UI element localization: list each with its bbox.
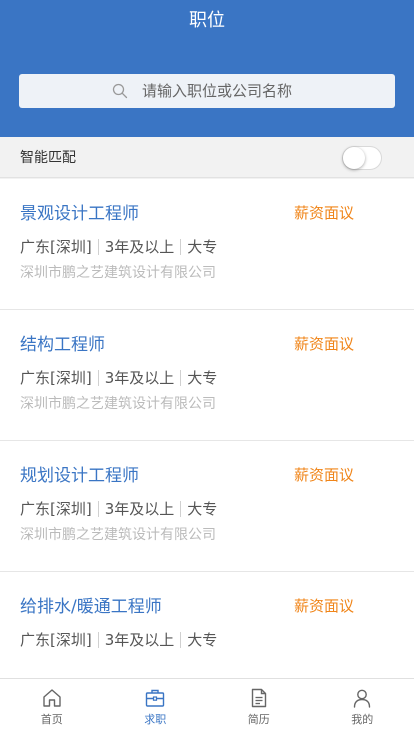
job-title[interactable]: 给排水/暖通工程师: [20, 596, 162, 618]
search-icon: [112, 83, 128, 99]
toggle-knob: [343, 147, 365, 169]
job-card[interactable]: 规划设计工程师 薪资面议 广东[深圳] 3年及以上 大专 深圳市鹏之艺建筑设计有限公…: [0, 441, 414, 572]
job-meta: 广东[深圳] 3年及以上 大专: [20, 368, 217, 388]
divider: [97, 239, 99, 255]
divider: [97, 501, 99, 517]
job-title[interactable]: 结构工程师: [20, 334, 105, 356]
briefcase-icon: [146, 689, 165, 707]
page-title: 职位: [189, 10, 225, 31]
smart-match-label: 智能匹配: [20, 150, 76, 166]
header: 职位: [0, 0, 414, 137]
job-location: 广东[深圳]: [20, 631, 92, 649]
job-education: 大专: [187, 369, 218, 387]
job-meta: 广东[深圳] 3年及以上 大专: [20, 237, 217, 257]
job-company: 深圳市鹏之艺建筑设计有限公司: [20, 396, 216, 412]
tab-label: 简历: [247, 713, 270, 726]
tab-label: 我的: [351, 713, 374, 726]
search-box[interactable]: [19, 74, 395, 108]
smart-match-toggle[interactable]: [342, 146, 382, 170]
divider: [180, 370, 182, 386]
job-company: 深圳市鹏之艺建筑设计有限公司: [20, 527, 216, 543]
job-meta: 广东[深圳] 3年及以上 大专: [20, 630, 217, 650]
home-icon: [43, 689, 61, 707]
job-experience: 3年及以上: [104, 631, 175, 649]
job-education: 大专: [187, 631, 218, 649]
job-title[interactable]: 景观设计工程师: [20, 203, 139, 225]
job-experience: 3年及以上: [104, 500, 175, 518]
job-education: 大专: [187, 500, 218, 518]
search-input[interactable]: [142, 82, 302, 100]
job-salary: 薪资面议: [294, 335, 355, 353]
document-icon: [251, 688, 266, 708]
tab-jobs[interactable]: 求职: [104, 679, 208, 736]
tab-label: 求职: [144, 713, 167, 726]
divider: [180, 239, 182, 255]
job-list: 景观设计工程师 薪资面议 广东[深圳] 3年及以上 大专 深圳市鹏之艺建筑设计有限公…: [0, 179, 414, 703]
job-card[interactable]: 结构工程师 薪资面议 广东[深圳] 3年及以上 大专 深圳市鹏之艺建筑设计有限公司: [0, 310, 414, 441]
job-location: 广东[深圳]: [20, 500, 92, 518]
user-icon: [354, 689, 371, 708]
job-experience: 3年及以上: [104, 369, 175, 387]
job-title[interactable]: 规划设计工程师: [20, 465, 139, 487]
job-location: 广东[深圳]: [20, 369, 92, 387]
job-education: 大专: [187, 238, 218, 256]
job-company: 深圳市鹏之艺建筑设计有限公司: [20, 265, 216, 281]
job-salary: 薪资面议: [294, 204, 355, 222]
tab-home[interactable]: 首页: [0, 679, 104, 736]
tab-resume[interactable]: 简历: [207, 679, 311, 736]
tab-label: 首页: [40, 713, 63, 726]
divider: [97, 632, 99, 648]
job-card[interactable]: 景观设计工程师 薪资面议 广东[深圳] 3年及以上 大专 深圳市鹏之艺建筑设计有限公…: [0, 179, 414, 310]
divider: [180, 501, 182, 517]
job-location: 广东[深圳]: [20, 238, 92, 256]
job-experience: 3年及以上: [104, 238, 175, 256]
tab-profile[interactable]: 我的: [311, 679, 414, 736]
divider: [97, 370, 99, 386]
job-salary: 薪资面议: [294, 597, 355, 615]
job-salary: 薪资面议: [294, 466, 355, 484]
bottom-tab-bar: 首页 求职 简历 我的: [0, 678, 414, 736]
divider: [180, 632, 182, 648]
job-meta: 广东[深圳] 3年及以上 大专: [20, 499, 217, 519]
